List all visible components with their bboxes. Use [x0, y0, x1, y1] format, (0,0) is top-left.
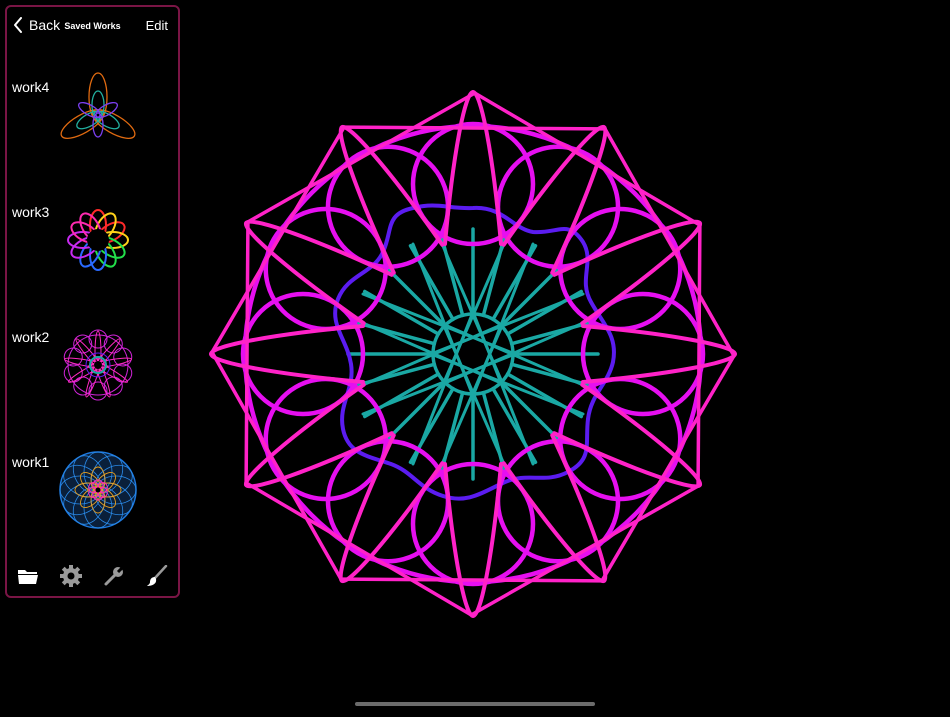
- brush-icon[interactable]: [144, 563, 170, 589]
- work-item-work4[interactable]: work4: [7, 72, 178, 197]
- edit-button[interactable]: Edit: [146, 18, 168, 33]
- magenta-loop-ring: [240, 121, 706, 587]
- work4-thumbnail: [60, 72, 136, 139]
- work-label: work3: [12, 204, 50, 220]
- work2-thumbnail: [63, 329, 133, 401]
- panel-header: Back Saved Works Edit: [7, 7, 178, 45]
- drawing-canvas[interactable]: [185, 0, 950, 712]
- home-indicator[interactable]: [355, 702, 595, 706]
- work3-thumbnail: [67, 209, 129, 271]
- work-item-work1[interactable]: work1: [7, 451, 178, 572]
- folder-icon[interactable]: [15, 563, 41, 589]
- work-label: work2: [12, 329, 50, 345]
- spirograph-drawing: [209, 90, 737, 618]
- work-label: work1: [12, 454, 50, 470]
- work-item-work3[interactable]: work3: [7, 204, 178, 322]
- wrench-icon[interactable]: [101, 563, 127, 589]
- pink-star-pattern: [209, 90, 737, 618]
- work1-thumbnail: [59, 451, 137, 529]
- work-label: work4: [12, 79, 50, 95]
- saved-works-panel: Back Saved Works Edit work4 work3 work2 …: [5, 5, 180, 598]
- gear-icon[interactable]: [58, 563, 84, 589]
- work-item-work2[interactable]: work2: [7, 329, 178, 447]
- panel-toolbar: [7, 562, 178, 590]
